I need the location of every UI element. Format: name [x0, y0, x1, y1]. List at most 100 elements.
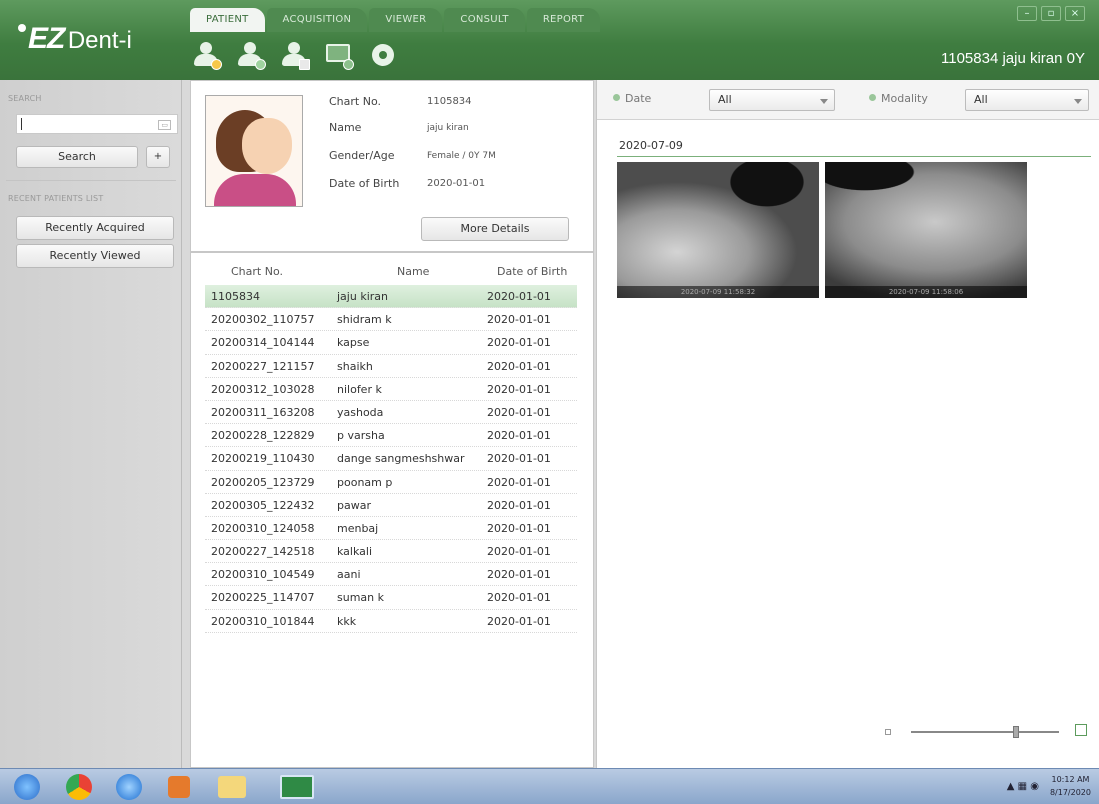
search-input[interactable]: ▭	[16, 114, 178, 134]
name-cell: p varsha	[337, 429, 385, 443]
name-cell: suman k	[337, 591, 384, 605]
table-row[interactable]: 20200225_114707 suman k 2020-01-01	[205, 586, 577, 610]
minimize-icon[interactable]: –	[1017, 6, 1037, 21]
delete-patient-icon[interactable]	[278, 40, 310, 70]
search-section-label: SEARCH	[8, 94, 42, 103]
name-value: jaju kiran	[427, 123, 469, 133]
name-cell: nilofer k	[337, 382, 382, 396]
current-patient-label: 1105834 jaju kiran 0Y	[941, 50, 1085, 67]
table-row[interactable]: 20200228_122829 p varsha 2020-01-01	[205, 424, 577, 448]
dob-cell: 2020-01-01	[487, 475, 551, 489]
chart-no-cell: 20200310_124058	[211, 521, 315, 535]
table-row[interactable]: 20200205_123729 poonam p 2020-01-01	[205, 471, 577, 494]
thumbnail-size-slider[interactable]	[911, 726, 1059, 738]
chevron-down-icon	[820, 99, 828, 104]
chrome-icon[interactable]	[66, 774, 92, 800]
name-cell: yashoda	[337, 405, 384, 419]
dob-cell: 2020-01-01	[487, 498, 551, 512]
table-row[interactable]: 20200314_104144 kapse 2020-01-01	[205, 331, 577, 355]
table-row[interactable]: 20200227_121157 shaikh 2020-01-01	[205, 355, 577, 378]
new-patient-icon[interactable]	[190, 40, 222, 70]
more-details-button[interactable]: More Details	[421, 217, 569, 241]
name-label: Name	[329, 121, 362, 134]
name-cell: menbaj	[337, 521, 379, 535]
system-tray-icons[interactable]: ▲ ▦ ◉	[1007, 781, 1039, 792]
table-row[interactable]: 20200310_104549 aani 2020-01-01	[205, 563, 577, 587]
import-image-icon[interactable]	[322, 40, 354, 70]
window-controls: – ▫ ×	[1017, 6, 1085, 21]
chart-no-cell: 20200227_142518	[211, 545, 315, 559]
patient-list: 1105834 jaju kiran 2020-01-01 20200302_1107…	[205, 285, 577, 633]
table-row[interactable]: 20200219_110430 dange sangmeshshwar 2020-0…	[205, 447, 577, 471]
app-logo: EZ Dent-i	[18, 22, 132, 56]
dob-cell: 2020-01-01	[487, 545, 551, 559]
chart-no-cell: 20200311_163208	[211, 405, 315, 419]
table-row[interactable]: 1105834 jaju kiran 2020-01-01	[205, 285, 577, 309]
zoom-out-icon[interactable]	[885, 729, 891, 735]
tab-report[interactable]: REPORT	[526, 8, 601, 32]
tab-acquisition[interactable]: ACQUISITION	[266, 8, 368, 32]
clock-date: 8/17/2020	[1049, 788, 1091, 797]
tab-patient[interactable]: PATIENT	[190, 8, 265, 32]
xray-thumbnail[interactable]: 2020-07-09 11:58:32	[617, 162, 819, 298]
ezdent-taskbar-icon[interactable]	[280, 775, 314, 799]
outlook-icon[interactable]	[168, 776, 190, 798]
radiation-icon[interactable]	[366, 40, 398, 70]
modality-filter-radio[interactable]: Modality	[869, 92, 928, 105]
table-row[interactable]: 20200310_101844 kkk 2020-01-01	[205, 610, 577, 633]
date-filter-value: All	[718, 93, 732, 106]
dob-cell: 2020-01-01	[487, 591, 551, 605]
modality-filter-select[interactable]: All	[965, 89, 1089, 111]
col-chart-no[interactable]: Chart No.	[231, 265, 283, 278]
app-header: EZ Dent-i PATIENT ACQUISITION VIEWER CON…	[0, 0, 1099, 80]
date-filter-select[interactable]: All	[709, 89, 835, 111]
internet-explorer-icon[interactable]	[116, 774, 142, 800]
table-row[interactable]: 20200310_124058 menbaj 2020-01-01	[205, 517, 577, 541]
col-name[interactable]: Name	[397, 265, 429, 278]
chart-no-cell: 20200312_103028	[211, 382, 315, 396]
name-cell: shaikh	[337, 359, 373, 373]
system-clock[interactable]: 10:12 AM 8/17/2020	[1050, 773, 1091, 799]
close-icon[interactable]: ×	[1065, 6, 1085, 21]
chart-no-cell: 20200228_122829	[211, 429, 315, 443]
table-row[interactable]: 20200302_110757 shidram k 2020-01-01	[205, 308, 577, 332]
dob-cell: 2020-01-01	[487, 429, 551, 443]
patient-toolbar	[190, 40, 398, 70]
maximize-icon[interactable]: ▫	[1041, 6, 1061, 21]
text-caret	[21, 118, 22, 130]
recently-viewed-button[interactable]: Recently Viewed	[16, 244, 174, 268]
dob-cell: 2020-01-01	[487, 452, 551, 466]
date-filter-radio[interactable]: Date	[613, 92, 651, 105]
dob-cell: 2020-01-01	[487, 359, 551, 373]
tab-viewer[interactable]: VIEWER	[369, 8, 443, 32]
thumbnail-timestamp: 2020-07-09 11:58:06	[825, 286, 1027, 298]
start-button-icon[interactable]	[14, 774, 40, 800]
dob-label: Date of Birth	[329, 177, 400, 190]
add-patient-button[interactable]: +	[146, 146, 170, 168]
patient-info-panel: Chart No. 1105834 Name jaju kiran Gender…	[190, 80, 594, 252]
name-cell: aani	[337, 568, 361, 582]
dob-cell: 2020-01-01	[487, 382, 551, 396]
edit-patient-icon[interactable]	[234, 40, 266, 70]
table-row[interactable]: 20200312_103028 nilofer k 2020-01-01	[205, 378, 577, 401]
tab-consult[interactable]: CONSULT	[444, 8, 525, 32]
chart-no-cell: 20200302_110757	[211, 313, 315, 327]
chart-no-cell: 20200227_121157	[211, 359, 315, 373]
table-row[interactable]: 20200227_142518 kalkali 2020-01-01	[205, 540, 577, 564]
thumbnail-timestamp: 2020-07-09 11:58:32	[617, 286, 819, 298]
search-button[interactable]: Search	[16, 146, 138, 168]
slider-handle[interactable]	[1013, 726, 1020, 738]
table-row[interactable]: 20200311_163208 yashoda 2020-01-01	[205, 401, 577, 425]
recently-acquired-button[interactable]: Recently Acquired	[16, 216, 174, 240]
dob-cell: 2020-01-01	[487, 290, 551, 303]
xray-thumbnail[interactable]: 2020-07-09 11:58:06	[825, 162, 1027, 298]
folder-icon[interactable]	[218, 776, 246, 798]
zoom-in-icon[interactable]	[1075, 724, 1087, 736]
image-panel: Date All Modality All 2020-07-09 2020-07…	[596, 80, 1099, 768]
col-dob[interactable]: Date of Birth	[497, 265, 567, 278]
table-row[interactable]: 20200305_122432 pawar 2020-01-01	[205, 494, 577, 517]
chart-no-cell: 20200219_110430	[211, 452, 315, 466]
gender-age-value: Female / 0Y 7M	[427, 151, 496, 161]
recent-section-label: RECENT PATIENTS LIST	[8, 194, 104, 203]
chevron-down-icon	[1074, 99, 1082, 104]
